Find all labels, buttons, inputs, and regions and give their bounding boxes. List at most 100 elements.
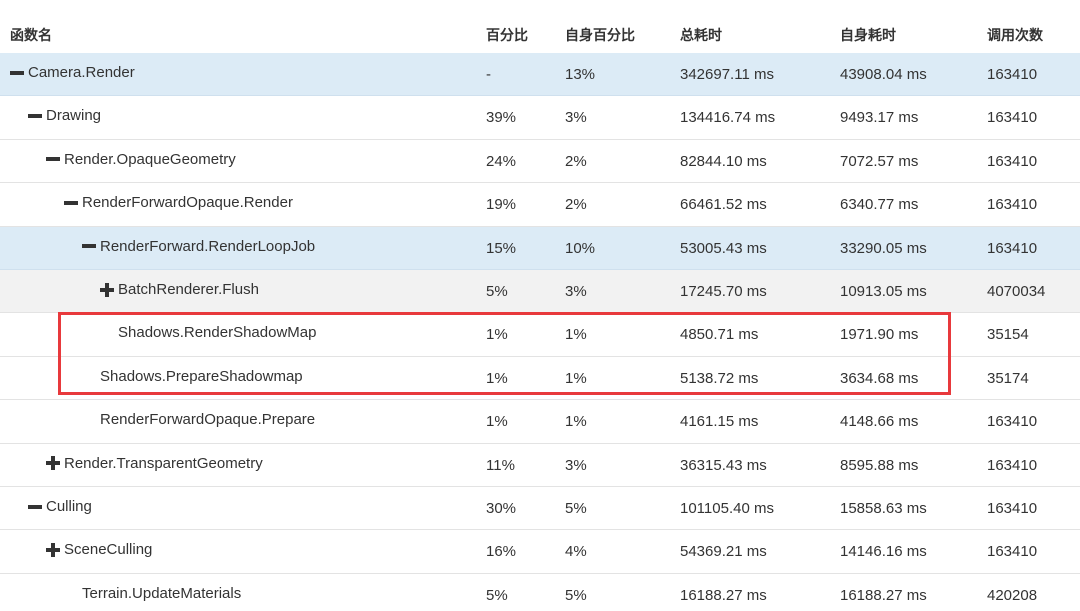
toggle-bar [28, 504, 42, 509]
call-count-cell: 420208 [987, 586, 1038, 604]
table-row[interactable]: RenderForward.RenderLoopJob 15% 10% 53005.4… [0, 226, 1080, 270]
percent-cell: 1% [486, 326, 508, 344]
self-percent-cell: 1% [565, 326, 587, 344]
self-time-cell: 7072.57 ms [840, 152, 919, 170]
self-percent-cell: 2% [565, 152, 587, 170]
total-time-cell: 82844.10 ms [680, 152, 767, 170]
collapse-minus-icon[interactable] [82, 239, 96, 253]
percent-cell: 11% [486, 456, 515, 474]
self-time-cell: 15858.63 ms [840, 500, 927, 517]
function-name-cell: RenderForwardOpaque.Render [64, 194, 293, 211]
column-header-self-percent[interactable]: 自身百分比 [565, 25, 635, 45]
call-count-cell: 35154 [987, 326, 1029, 344]
self-time-cell: 9493.17 ms [840, 109, 919, 127]
call-count-cell: 163410 [987, 456, 1038, 474]
self-time-cell: 8595.88 ms [840, 456, 919, 474]
table-row[interactable]: Drawing 39% 3% 134416.74 ms 9493.17 ms 163410 [0, 96, 1080, 140]
function-name-label: Render.OpaqueGeometry [64, 150, 236, 168]
percent-cell: 5% [486, 283, 508, 300]
self-time-cell: 1971.90 ms [840, 326, 919, 344]
toggle-bar [105, 282, 109, 297]
call-count-cell: 163410 [987, 500, 1038, 517]
table-row[interactable]: Camera.Render - 13% 342697.11 ms 43908.04 ms… [0, 53, 1080, 97]
call-count-cell: 163410 [987, 413, 1038, 431]
column-header-call-count[interactable]: 调用次数 [987, 25, 1043, 45]
table-header: 函数名 百分比 自身百分比 总耗时 自身耗时 调用次数 [0, 0, 1080, 54]
self-percent-cell: 1% [565, 369, 587, 387]
table-row[interactable]: SceneCulling 16% 4% 54369.21 ms 14146.16 ms 1… [0, 530, 1080, 574]
percent-cell: 1% [486, 413, 508, 431]
percent-cell: 16% [486, 543, 517, 561]
collapse-minus-icon[interactable] [46, 152, 60, 166]
column-header-percent[interactable]: 百分比 [486, 25, 528, 45]
table-row[interactable]: Terrain.UpdateMaterials 5% 5% 16188.27 ms 16… [0, 574, 1080, 611]
collapse-minus-icon[interactable] [10, 66, 24, 80]
table-row[interactable]: Shadows.PrepareShadowmap 1% 1% 5138.72 ms 36… [0, 357, 1080, 401]
total-time-cell: 36315.43 ms [680, 456, 767, 474]
toggle-bar [82, 244, 96, 249]
total-time-cell: 4161.15 ms [680, 413, 759, 431]
percent-cell: 30% [486, 500, 517, 517]
self-percent-cell: 3% [565, 109, 587, 127]
function-name-label: BatchRenderer.Flush [118, 281, 259, 298]
function-name-label: RenderForwardOpaque.Prepare [100, 411, 316, 429]
total-time-cell: 17245.70 ms [680, 283, 767, 300]
self-time-cell: 16188.27 ms [840, 586, 927, 604]
self-percent-cell: 1% [565, 413, 587, 431]
table-row[interactable]: Shadows.RenderShadowMap 1% 1% 4850.71 ms 197… [0, 313, 1080, 357]
table-row[interactable]: RenderForwardOpaque.Prepare 1% 1% 4161.15 m… [0, 400, 1080, 444]
percent-cell: 1% [486, 369, 508, 387]
expand-plus-icon[interactable] [46, 542, 60, 557]
total-time-cell: 342697.11 ms [680, 66, 774, 83]
total-time-cell: 16188.27 ms [680, 586, 767, 604]
toggle-bar [46, 157, 60, 162]
percent-cell: 39% [486, 109, 517, 127]
call-count-cell: 163410 [987, 543, 1038, 561]
toggle-bar [10, 70, 24, 75]
self-percent-cell: 5% [565, 586, 587, 604]
self-percent-cell: 3% [565, 283, 587, 300]
self-time-cell: 43908.04 ms [840, 66, 927, 83]
column-header-name[interactable]: 函数名 [10, 25, 52, 45]
self-time-cell: 14146.16 ms [840, 543, 927, 561]
function-name-cell: Culling [28, 498, 92, 515]
table-row[interactable]: BatchRenderer.Flush 5% 3% 17245.70 ms 10913.… [0, 270, 1080, 314]
table-row[interactable]: Render.TransparentGeometry 11% 3% 36315.43 … [0, 444, 1080, 487]
collapse-minus-icon[interactable] [28, 500, 42, 514]
self-percent-cell: 5% [565, 500, 587, 517]
self-time-cell: 6340.77 ms [840, 196, 919, 214]
self-percent-cell: 3% [565, 456, 587, 474]
function-name-cell: SceneCulling [46, 541, 152, 558]
function-name-cell: Render.TransparentGeometry [46, 455, 263, 472]
expand-plus-icon[interactable] [100, 282, 114, 297]
function-name-cell: BatchRenderer.Flush [100, 281, 259, 298]
call-count-cell: 163410 [987, 109, 1038, 127]
function-name-label: Culling [46, 498, 92, 515]
total-time-cell: 101105.40 ms [680, 500, 774, 517]
function-name-cell: RenderForward.RenderLoopJob [82, 238, 315, 255]
table-row[interactable]: Culling 30% 5% 101105.40 ms 15858.63 ms 16341… [0, 487, 1080, 531]
percent-cell: 15% [486, 239, 517, 257]
call-count-cell: 35174 [987, 369, 1029, 387]
function-name-label: Terrain.UpdateMaterials [82, 584, 242, 602]
function-name-cell: Render.OpaqueGeometry [46, 151, 236, 168]
function-name-label: Render.TransparentGeometry [64, 454, 263, 472]
total-time-cell: 134416.74 ms [680, 109, 776, 127]
toggle-bar [28, 113, 42, 118]
function-name-cell: Shadows.RenderShadowMap [118, 324, 316, 341]
table-row[interactable]: Render.OpaqueGeometry 24% 2% 82844.10 ms 707… [0, 140, 1080, 184]
table-row[interactable]: RenderForwardOpaque.Render 19% 2% 66461.52 … [0, 183, 1080, 227]
function-name-label: Shadows.PrepareShadowmap [100, 367, 303, 385]
column-header-self-time[interactable]: 自身耗时 [840, 25, 896, 45]
expand-plus-icon[interactable] [46, 456, 60, 471]
total-time-cell: 4850.71 ms [680, 326, 759, 344]
self-percent-cell: 2% [565, 196, 587, 214]
column-header-total-time[interactable]: 总耗时 [680, 25, 722, 45]
self-percent-cell: 13% [565, 66, 596, 83]
collapse-minus-icon[interactable] [28, 109, 42, 123]
self-time-cell: 3634.68 ms [840, 369, 919, 387]
function-name-cell: RenderForwardOpaque.Prepare [100, 411, 315, 428]
percent-cell: 19% [486, 196, 517, 214]
self-time-cell: 10913.05 ms [840, 283, 927, 300]
collapse-minus-icon[interactable] [64, 196, 78, 210]
